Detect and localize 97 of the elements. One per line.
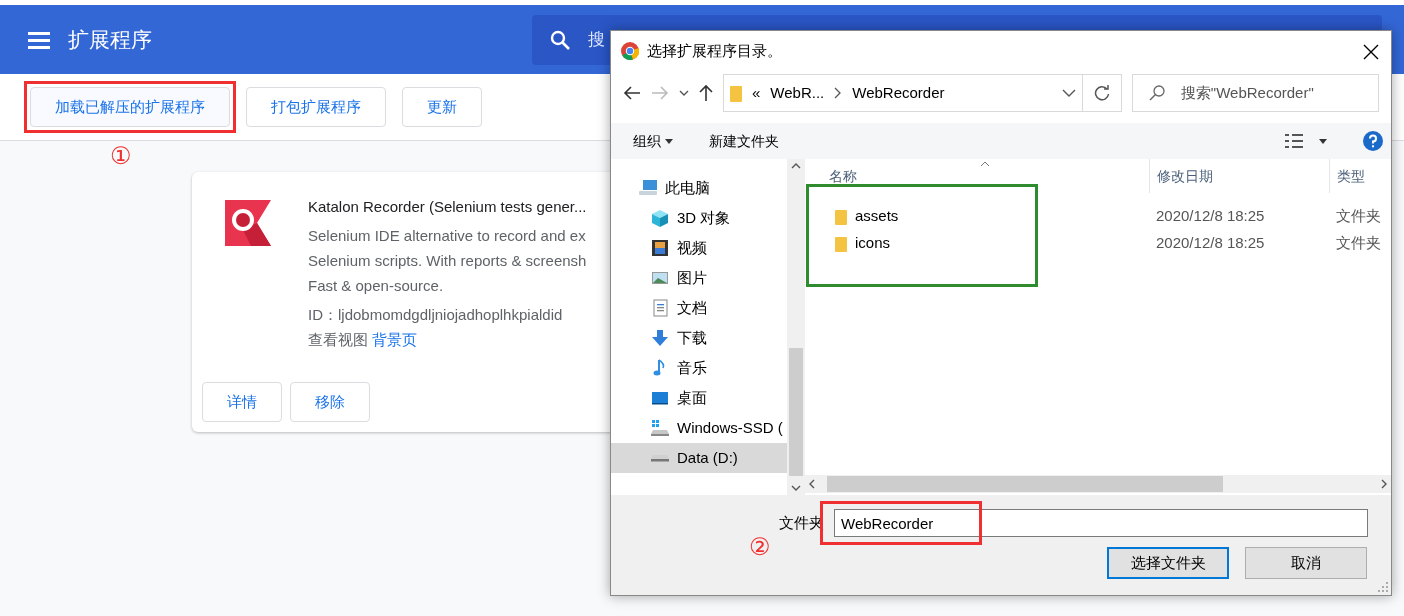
- refresh-icon: [1093, 85, 1110, 101]
- scroll-right-icon[interactable]: [1381, 479, 1387, 489]
- column-header[interactable]: 名称: [805, 159, 1149, 193]
- search-icon: [1148, 85, 1165, 101]
- description-line: Fast & open-source.: [308, 275, 445, 296]
- folder-icon: [835, 208, 847, 225]
- folder-icon: [730, 84, 742, 102]
- scrollbar-thumb[interactable]: [789, 348, 803, 476]
- down-arrow-icon: [651, 329, 669, 347]
- refresh-button[interactable]: [1083, 74, 1122, 112]
- dialog-title: 选择扩展程序目录。: [647, 40, 782, 61]
- nav-item[interactable]: 下载: [611, 323, 787, 353]
- nav-item[interactable]: 音乐: [611, 353, 787, 383]
- chevron-right-icon: [834, 87, 843, 99]
- file-date: 2020/12/8 18:25: [1155, 233, 1266, 254]
- background-page-link[interactable]: 背景页: [372, 326, 417, 352]
- folder-icon: [835, 235, 847, 252]
- nav-label: 图片: [677, 267, 707, 288]
- breadcrumb[interactable]: WebRecorder: [852, 81, 945, 105]
- step-number: ①: [110, 144, 132, 168]
- views-label: 查看视图: [308, 329, 368, 350]
- nav-label: Windows-SSD (: [677, 417, 783, 438]
- file-name[interactable]: icons: [855, 232, 891, 255]
- card-button[interactable]: 详情: [202, 382, 282, 422]
- nav-label: 下载: [677, 327, 707, 348]
- toolbar-button[interactable]: 打包扩展程序: [246, 87, 386, 127]
- folder-name-field[interactable]: WebRecorder: [834, 509, 1368, 537]
- description-line: Selenium scripts. With reports & screensh: [308, 250, 587, 271]
- drive-icon: [651, 454, 669, 462]
- menu-icon[interactable]: [28, 30, 50, 49]
- nav-item[interactable]: 此电脑: [611, 173, 787, 203]
- command-button[interactable]: 组织: [633, 130, 661, 152]
- description-line: Selenium IDE alternative to record and ex: [308, 225, 587, 246]
- image-icon: [651, 269, 669, 287]
- nav-label: 此电脑: [665, 177, 710, 198]
- nav-label: 音乐: [677, 357, 707, 378]
- command-button[interactable]: 新建文件夹: [709, 130, 779, 152]
- address-bar[interactable]: « WebR... WebRecorder: [723, 74, 1083, 112]
- scroll-down-icon[interactable]: [791, 485, 801, 491]
- file-type: 文件夹: [1335, 233, 1381, 254]
- nav-item[interactable]: 文档: [611, 293, 787, 323]
- nav-item[interactable]: 图片: [611, 263, 787, 293]
- nav-item[interactable]: Data (D:): [611, 443, 787, 473]
- scroll-left-icon[interactable]: [809, 479, 815, 489]
- view-button[interactable]: [1285, 134, 1327, 148]
- film-icon: [651, 239, 669, 257]
- nav-label: 桌面: [677, 387, 707, 408]
- nav-item[interactable]: 视频: [611, 233, 787, 263]
- close-icon: [1363, 43, 1379, 60]
- search-placeholder: 搜: [588, 28, 605, 51]
- dialog-button[interactable]: 选择文件夹: [1107, 547, 1229, 579]
- nav-item[interactable]: Windows-SSD (: [611, 413, 787, 443]
- resize-grip-icon[interactable]: [1378, 582, 1388, 592]
- file-name[interactable]: assets: [855, 205, 899, 228]
- nav-label: 文档: [677, 297, 707, 318]
- search-placeholder: 搜索"WebRecorder": [1180, 82, 1314, 103]
- caret-icon[interactable]: [665, 138, 673, 144]
- step-number: ②: [749, 535, 771, 559]
- computer-icon: [639, 179, 657, 197]
- extension-logo: [225, 200, 271, 246]
- nav-label: 视频: [677, 237, 707, 258]
- monitor-icon: [651, 389, 669, 407]
- extension-id: ID：ljdobmomdgdljniojadhoplhkpialdid: [308, 304, 564, 325]
- dialog-button[interactable]: 取消: [1245, 547, 1367, 579]
- help-icon[interactable]: [1363, 131, 1383, 151]
- view-list-icon: [1285, 134, 1303, 148]
- extension-name: Katalon Recorder (Selenium tests gener...: [308, 197, 587, 217]
- search-field[interactable]: 搜索"WebRecorder": [1131, 74, 1379, 112]
- drive-icon: [651, 419, 669, 437]
- sort-caret-icon[interactable]: [980, 161, 990, 167]
- back-arrow-icon[interactable]: [623, 86, 641, 100]
- nav-label: Data (D:): [677, 447, 738, 468]
- scrollbar-thumb[interactable]: [827, 476, 1223, 492]
- vertical-scrollbar[interactable]: [787, 159, 805, 495]
- up-arrow-icon[interactable]: [699, 84, 713, 102]
- nav-item[interactable]: 3D 对象: [611, 203, 787, 233]
- chrome-icon: [621, 42, 639, 60]
- card-button[interactable]: 移除: [290, 382, 370, 422]
- chevron-down-icon[interactable]: [1062, 89, 1076, 97]
- chevron-down-icon[interactable]: [679, 89, 689, 97]
- column-header[interactable]: 类型: [1329, 159, 1389, 193]
- nav-label: 3D 对象: [677, 207, 731, 228]
- overflow-chevron[interactable]: «: [752, 81, 761, 105]
- search-icon: [550, 29, 570, 50]
- toolbar-button[interactable]: 更新: [402, 87, 482, 127]
- file-date: 2020/12/8 18:25: [1155, 206, 1266, 227]
- horizontal-scrollbar[interactable]: [805, 475, 1391, 493]
- column-header[interactable]: 修改日期: [1149, 159, 1329, 193]
- file-type: 文件夹: [1335, 206, 1381, 227]
- toolbar-button[interactable]: 加载已解压的扩展程序: [30, 87, 230, 127]
- nav-item[interactable]: 桌面: [611, 383, 787, 413]
- breadcrumb[interactable]: WebR...: [770, 81, 825, 105]
- scroll-up-icon[interactable]: [791, 163, 801, 169]
- caret-icon: [1319, 138, 1327, 144]
- document-icon: [651, 299, 669, 317]
- page-title: 扩展程序: [68, 26, 152, 53]
- cube-icon: [651, 209, 669, 227]
